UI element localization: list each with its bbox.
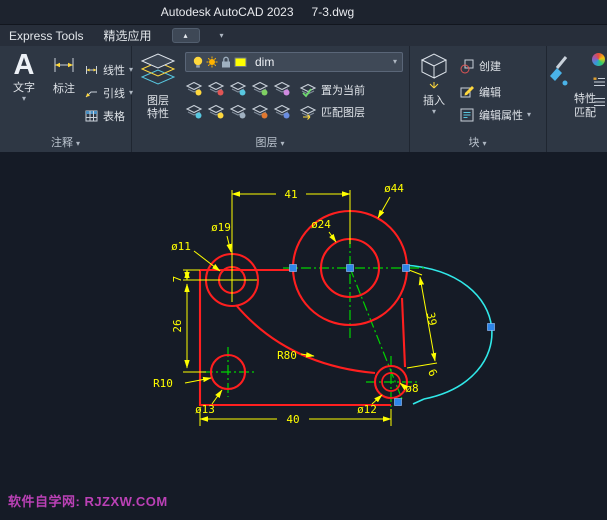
autocad-window: Autodesk AutoCAD 2023 7-3.dwg Express To… bbox=[0, 0, 607, 520]
center-lines[interactable] bbox=[203, 238, 424, 408]
list-lines-icon[interactable] bbox=[592, 76, 606, 88]
list-lines-icon[interactable] bbox=[592, 96, 606, 108]
ribbon-toggle-icon: ▴ bbox=[183, 32, 187, 40]
chevron-down-icon: ▾ bbox=[281, 139, 285, 148]
plate-outline[interactable] bbox=[200, 270, 391, 405]
match-properties-panel: 特性 匹配 bbox=[546, 46, 607, 152]
dimension-icon bbox=[51, 52, 77, 78]
annotation-panel: A 文字 ▾ 标注 线性 ▾ bbox=[0, 46, 132, 152]
panel-label-block[interactable]: 块 ▾ bbox=[409, 134, 546, 150]
leader-button[interactable]: 引线 ▾ bbox=[84, 85, 133, 101]
edit-block-icon bbox=[459, 84, 475, 100]
panel-label-layers[interactable]: 图层 ▾ bbox=[131, 134, 409, 150]
match-layer-icon bbox=[299, 104, 317, 120]
watermark-text: 软件自学网: RJZXW.COM bbox=[8, 491, 168, 510]
dim-d24[interactable]: ø24 bbox=[311, 218, 331, 231]
grip[interactable] bbox=[403, 265, 410, 272]
text-tool-icon: A bbox=[4, 48, 44, 82]
dim-6[interactable]: 6 bbox=[425, 367, 440, 379]
ribbon-toggle-caret-icon[interactable]: ▾ bbox=[220, 32, 224, 40]
table-icon bbox=[84, 109, 99, 123]
layer-properties-button[interactable]: 图层 特性 bbox=[133, 50, 183, 121]
model-space-canvas[interactable]: 41 ø44 ø24 ø19 ø11 7 26 39 R80 R10 ø13 4… bbox=[0, 152, 607, 520]
dim-7[interactable]: 7 bbox=[171, 276, 184, 283]
layer-dropdown[interactable]: dim ▾ bbox=[185, 52, 403, 72]
dim-40[interactable]: 40 bbox=[286, 413, 299, 426]
color-wheel-icon[interactable] bbox=[592, 53, 605, 66]
current-layer-name: dim bbox=[255, 55, 393, 69]
grip[interactable] bbox=[488, 324, 495, 331]
dim-41[interactable]: 41 bbox=[284, 188, 297, 201]
match-layer-button[interactable]: 匹配图层 bbox=[299, 104, 365, 120]
layer-tool-icon[interactable] bbox=[251, 80, 269, 96]
dim-d19[interactable]: ø19 bbox=[211, 221, 231, 234]
set-current-icon bbox=[299, 82, 317, 98]
chevron-down-icon: ▾ bbox=[4, 95, 44, 103]
tab-express-tools[interactable]: Express Tools bbox=[9, 29, 83, 43]
chevron-down-icon: ▾ bbox=[76, 139, 80, 148]
cad-drawing: 41 ø44 ø24 ø19 ø11 7 26 39 R80 R10 ø13 4… bbox=[0, 152, 607, 520]
chevron-down-icon: ▾ bbox=[483, 139, 487, 148]
dim-26[interactable]: 26 bbox=[171, 319, 184, 332]
app-title: Autodesk AutoCAD 2023 bbox=[161, 5, 294, 19]
right-tangent-line[interactable] bbox=[402, 298, 405, 367]
edit-attributes-icon bbox=[459, 107, 475, 123]
r80-arc[interactable] bbox=[236, 305, 375, 373]
linear-dimension-icon bbox=[84, 63, 99, 77]
text-tool-button[interactable]: A 文字 ▾ bbox=[4, 48, 44, 103]
dim-39[interactable]: 39 bbox=[424, 311, 439, 326]
tab-featured-apps[interactable]: 精选应用 bbox=[103, 27, 151, 44]
chevron-down-icon: ▾ bbox=[413, 108, 455, 116]
layer-tool-icon[interactable] bbox=[229, 103, 247, 119]
title-bar: Autodesk AutoCAD 2023 7-3.dwg bbox=[0, 0, 607, 25]
chevron-down-icon: ▾ bbox=[393, 58, 397, 66]
ribbon-toggle-button[interactable]: ▴ bbox=[172, 28, 200, 43]
layer-tool-icon[interactable] bbox=[273, 80, 291, 96]
linear-dimension-button[interactable]: 线性 ▾ bbox=[84, 62, 133, 78]
panel-label-annotation[interactable]: 注释 ▾ bbox=[0, 134, 131, 150]
leader-icon bbox=[84, 86, 99, 100]
ribbon-tab-bar: Express Tools 精选应用 ▴ ▾ bbox=[0, 25, 607, 47]
layer-tools-row-1 bbox=[185, 80, 291, 96]
chevron-down-icon: ▾ bbox=[527, 111, 531, 119]
dim-r80[interactable]: R80 bbox=[277, 349, 297, 362]
edit-block-button[interactable]: 编辑 bbox=[459, 84, 501, 100]
grip[interactable] bbox=[347, 265, 354, 272]
layers-panel: 图层 特性 dim ▾ bbox=[131, 46, 410, 152]
dim-d8[interactable]: ø8 bbox=[405, 382, 418, 395]
layer-tool-icon[interactable] bbox=[185, 80, 203, 96]
layer-tool-icon[interactable] bbox=[207, 80, 225, 96]
edit-attributes-button[interactable]: 编辑属性 ▾ bbox=[459, 107, 531, 123]
grip[interactable] bbox=[395, 399, 402, 406]
dim-r10[interactable]: R10 bbox=[153, 377, 173, 390]
dim-d13[interactable]: ø13 bbox=[195, 403, 215, 416]
block-panel: 插入 ▾ 创建 编辑 bbox=[409, 46, 547, 152]
insert-block-icon bbox=[415, 50, 453, 90]
dim-d12[interactable]: ø12 bbox=[357, 403, 377, 416]
create-block-button[interactable]: 创建 bbox=[459, 58, 501, 74]
set-current-layer-button[interactable]: 置为当前 bbox=[299, 82, 365, 98]
layer-tool-icon[interactable] bbox=[229, 80, 247, 96]
dim-d11[interactable]: ø11 bbox=[171, 240, 191, 253]
layer-tool-icon[interactable] bbox=[251, 103, 269, 119]
layer-tool-icon[interactable] bbox=[185, 103, 203, 119]
document-name: 7-3.dwg bbox=[312, 5, 355, 19]
red-geometry[interactable] bbox=[200, 211, 407, 405]
layer-tool-icon[interactable] bbox=[273, 103, 291, 119]
grip[interactable] bbox=[290, 265, 297, 272]
dimension-tool-button[interactable]: 标注 bbox=[46, 52, 82, 96]
create-block-icon bbox=[459, 58, 475, 74]
layer-tools-row-2 bbox=[185, 103, 291, 119]
match-properties-button[interactable] bbox=[548, 54, 574, 97]
ribbon: A 文字 ▾ 标注 线性 ▾ bbox=[0, 46, 607, 153]
layer-stack-icon bbox=[136, 50, 180, 90]
dim-d44[interactable]: ø44 bbox=[384, 182, 404, 195]
insert-block-button[interactable]: 插入 ▾ bbox=[413, 50, 455, 116]
table-button[interactable]: 表格 bbox=[84, 108, 125, 124]
layer-state-icons bbox=[191, 54, 251, 70]
paintbrush-icon bbox=[548, 54, 574, 92]
selection-grips bbox=[290, 265, 495, 406]
layer-tool-icon[interactable] bbox=[207, 103, 225, 119]
